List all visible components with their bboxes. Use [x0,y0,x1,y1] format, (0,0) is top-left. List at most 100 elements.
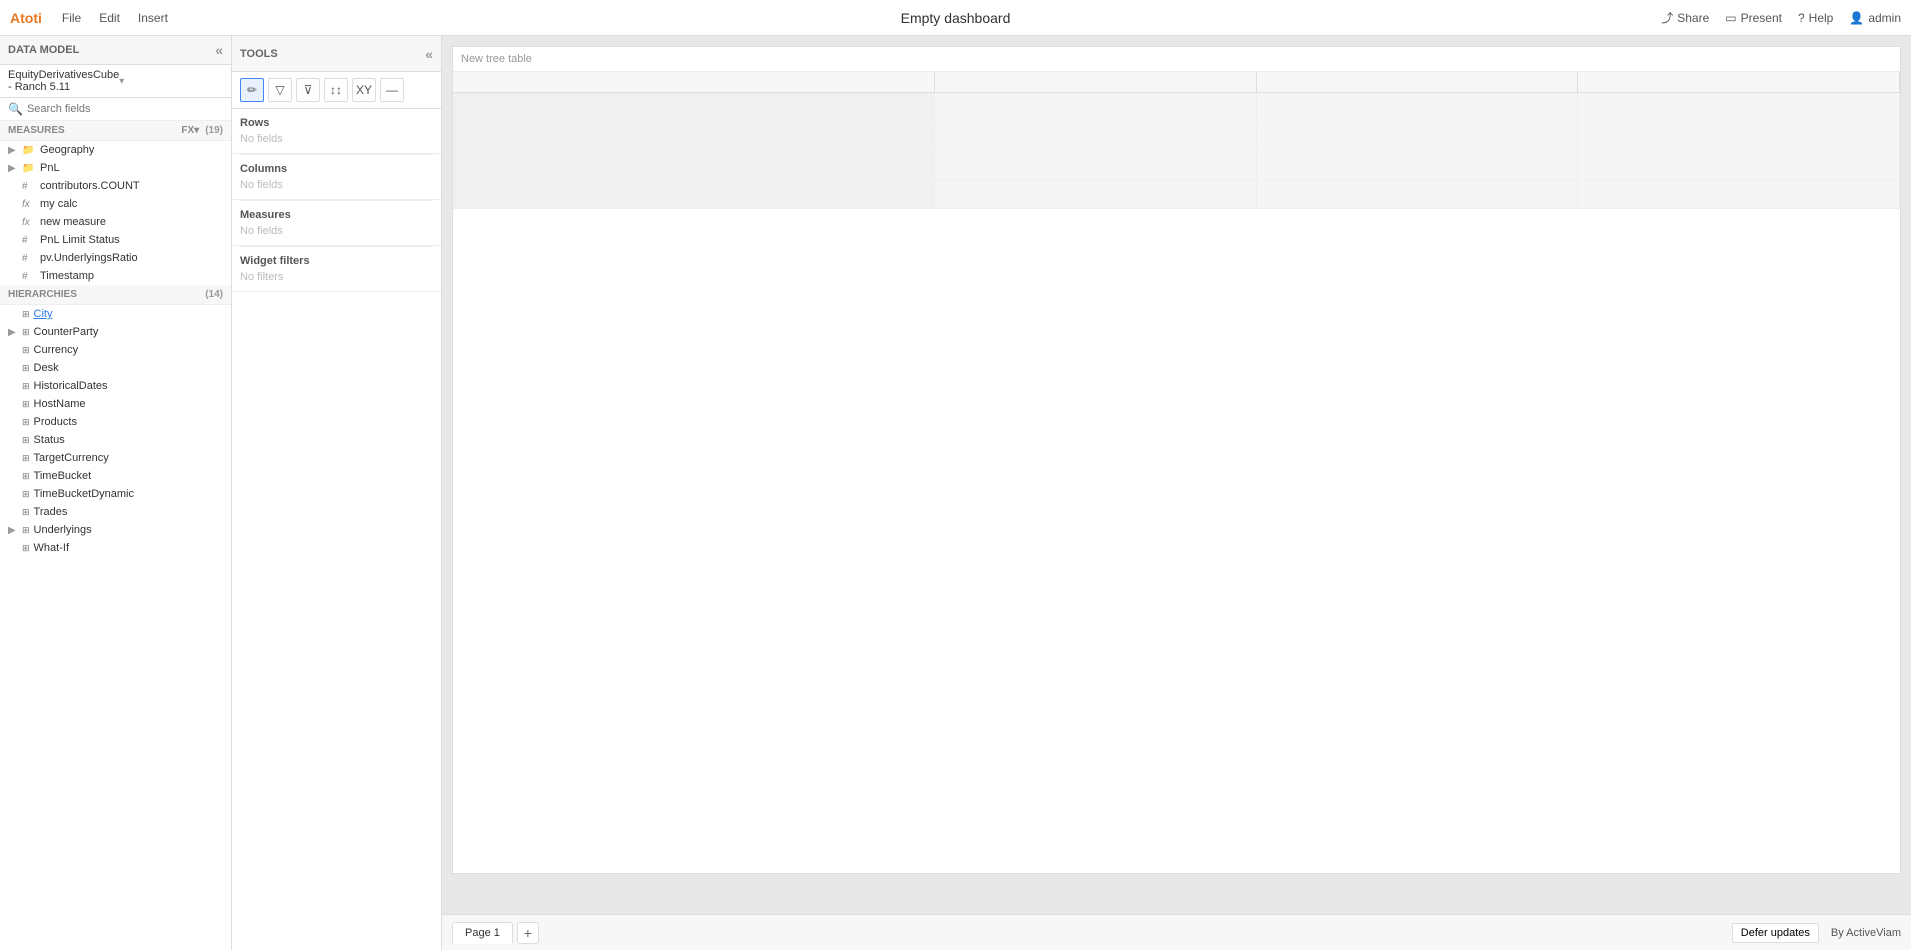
xy-button[interactable]: XY [352,78,376,102]
nav-edit[interactable]: Edit [99,11,120,25]
table-cell [935,122,1257,150]
present-button[interactable]: ▭ Present [1725,11,1782,25]
tools-header: TOOLS « [232,36,441,72]
table-cell [453,151,935,179]
hierarchy-item-desk[interactable]: ⊞ Desk [0,359,231,377]
hierarchy-item-historical-dates[interactable]: ⊞ HistoricalDates [0,377,231,395]
rows-label: Rows [240,117,433,129]
widget-container: New tree table [452,46,1901,874]
tools-panel: TOOLS « ✏ ▽ ⊽ ↕↕ XY — Rows No fields Col… [232,36,442,950]
table-cell [453,122,935,150]
sort-button[interactable]: ↕↕ [324,78,348,102]
cube-dropdown-icon: ▾ [119,76,223,87]
nav-actions: ⤴ Share ▭ Present ? Help 👤 admin [1661,9,1901,26]
hierarchy-icon: ⊞ [22,489,30,500]
measure-item-pnl[interactable]: ▶ 📁 PnL [0,159,231,177]
table-cell [1257,93,1579,121]
hierarchy-item-what-if[interactable]: ⊞ What-If [0,539,231,557]
nav-insert[interactable]: Insert [138,11,168,25]
hierarchy-item-underlyings[interactable]: ▶ ⊞ Underlyings [0,521,231,539]
measure-item-pv-underlyings-ratio[interactable]: # pv.UnderlyingsRatio [0,249,231,267]
edit-button[interactable]: ✏ [240,78,264,102]
table-cell [1578,93,1900,121]
measures-count: (19) [205,125,223,136]
left-panel: DATA MODEL « EquityDerivativesCube - Ran… [0,36,232,950]
fx-icon: fx [22,217,36,228]
hierarchy-item-trades[interactable]: ⊞ Trades [0,503,231,521]
measures-list: ▶ 📁 Geography ▶ 📁 PnL # contributors.COU… [0,141,231,950]
tree-table-rows [453,93,1900,209]
col-header-4 [1578,72,1900,92]
table-cell [935,151,1257,179]
tree-table [453,72,1900,870]
measures-fx-icon[interactable]: fx▾ [181,125,199,136]
canvas-footer: Page 1 + Defer updates By ActiveViam [442,914,1911,950]
hierarchy-icon: ⊞ [22,381,30,392]
measure-item-pnl-limit-status[interactable]: # PnL Limit Status [0,231,231,249]
table-row [453,93,1900,122]
data-model-label: DATA MODEL [8,44,79,56]
table-row [453,122,1900,151]
hierarchy-icon: ⊞ [22,417,30,428]
measure-item-my-calc[interactable]: fx my calc [0,195,231,213]
user-button[interactable]: 👤 admin [1849,11,1901,25]
search-bar: 🔍 [0,98,231,121]
expander-icon: ▶ [8,327,18,338]
measure-item-new-measure[interactable]: fx new measure [0,213,231,231]
tree-table-header [453,72,1900,93]
table-cell [1578,122,1900,150]
hierarchy-item-products[interactable]: ⊞ Products [0,413,231,431]
cube-name: EquityDerivativesCube - Ranch 5.11 [8,69,119,93]
measure-item-geography[interactable]: ▶ 📁 Geography [0,141,231,159]
measure-item-timestamp[interactable]: # Timestamp [0,267,231,285]
present-icon: ▭ [1725,11,1736,25]
col-header-2 [935,72,1257,92]
folder-icon: 📁 [22,145,36,156]
hierarchy-item-hostname[interactable]: ⊞ HostName [0,395,231,413]
widget-filters-empty: No filters [240,271,433,283]
table-cell [453,93,935,121]
minus-button[interactable]: — [380,78,404,102]
filter-button[interactable]: ▽ [268,78,292,102]
conditional-filter-button[interactable]: ⊽ [296,78,320,102]
hierarchy-item-counterparty[interactable]: ▶ ⊞ CounterParty [0,323,231,341]
expander-icon: ▶ [8,163,18,174]
hierarchy-item-status[interactable]: ⊞ Status [0,431,231,449]
columns-section: Columns No fields [232,155,441,200]
hierarchy-item-currency[interactable]: ⊞ Currency [0,341,231,359]
brand-label: By ActiveViam [1831,927,1901,939]
tools-toolbar: ✏ ▽ ⊽ ↕↕ XY — [232,72,441,109]
hierarchy-item-time-bucket-dynamic[interactable]: ⊞ TimeBucketDynamic [0,485,231,503]
hierarchy-item-target-currency[interactable]: ⊞ TargetCurrency [0,449,231,467]
cube-selector[interactable]: EquityDerivativesCube - Ranch 5.11 ▾ [0,65,231,98]
hierarchy-icon: ⊞ [22,453,30,464]
hash-icon: # [22,235,36,246]
app-logo: Atoti [10,10,42,26]
measures-label-tools: Measures [240,209,433,221]
widget-title: New tree table [453,47,1900,72]
help-button[interactable]: ? Help [1798,11,1833,25]
table-cell [453,180,935,208]
canvas-area: New tree table [442,36,1911,950]
hierarchy-icon: ⊞ [22,399,30,410]
nav-menu: File Edit Insert [62,11,168,25]
measure-item-contributors-count[interactable]: # contributors.COUNT [0,177,231,195]
hash-icon: # [22,253,36,264]
hierarchy-item-time-bucket[interactable]: ⊞ TimeBucket [0,467,231,485]
collapse-tools-button[interactable]: « [425,46,433,62]
hierarchy-item-city[interactable]: ⊞ City [0,305,231,323]
add-page-button[interactable]: + [517,922,539,944]
search-input[interactable] [27,103,223,115]
hash-icon: # [22,181,36,192]
page-tab-1[interactable]: Page 1 [452,922,513,944]
top-nav: Atoti File Edit Insert Empty dashboard ⤴… [0,0,1911,36]
hierarchy-icon: ⊞ [22,309,30,320]
defer-updates-button[interactable]: Defer updates [1732,923,1819,943]
nav-file[interactable]: File [62,11,81,25]
table-cell [1578,180,1900,208]
widget-filters-label: Widget filters [240,255,433,267]
columns-label: Columns [240,163,433,175]
hierarchy-icon: ⊞ [22,471,30,482]
collapse-left-button[interactable]: « [215,42,223,58]
share-button[interactable]: ⤴ Share [1661,9,1709,26]
